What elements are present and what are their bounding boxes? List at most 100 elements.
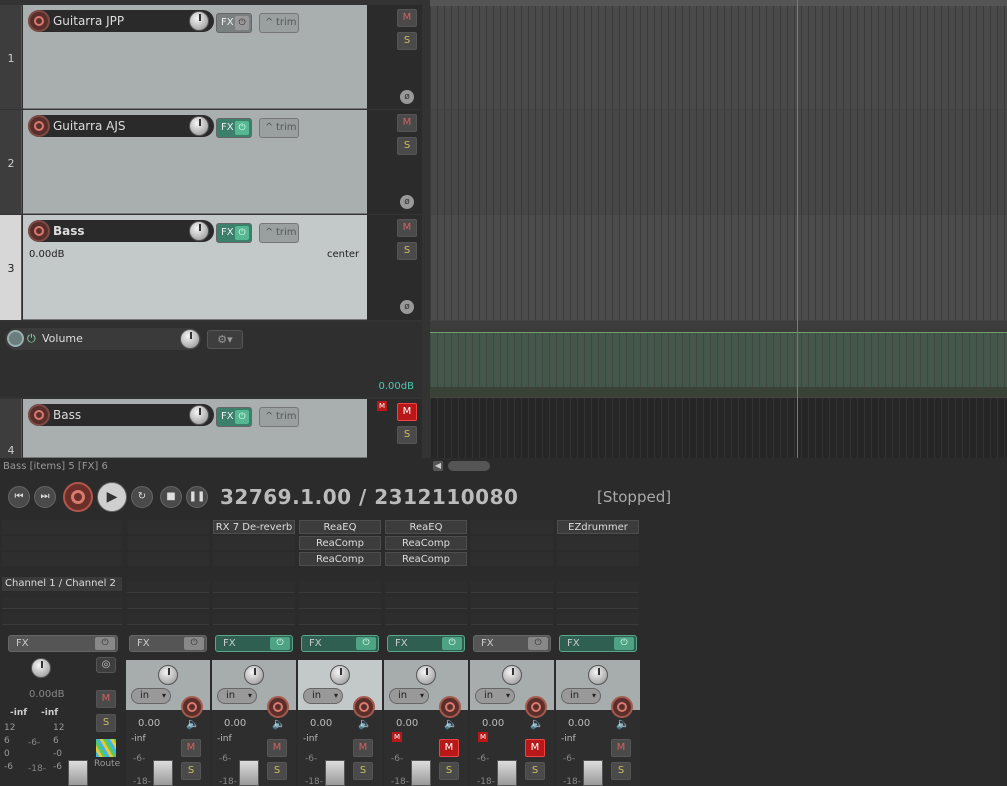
fx-slot[interactable] bbox=[471, 536, 553, 550]
volume-fader[interactable] bbox=[497, 760, 517, 786]
trim-button[interactable]: trim bbox=[259, 13, 299, 33]
power-icon[interactable]: ⏻ bbox=[528, 637, 548, 650]
strip-fx-button[interactable]: FX ⏻ bbox=[129, 635, 207, 652]
trim-button[interactable]: trim bbox=[259, 407, 299, 427]
speaker-icon[interactable]: 🔈 bbox=[186, 717, 200, 730]
send-slot[interactable] bbox=[557, 613, 639, 625]
volume-knob[interactable] bbox=[189, 11, 209, 31]
solo-button[interactable]: S bbox=[397, 137, 417, 155]
send-slot[interactable] bbox=[385, 613, 467, 625]
record-arm-button[interactable] bbox=[28, 115, 50, 137]
power-icon[interactable]: ⏻ bbox=[614, 637, 634, 650]
volume-fader[interactable] bbox=[239, 760, 259, 786]
time-position[interactable]: 32769.1.00 / 2312110080 bbox=[220, 485, 518, 509]
track-panel[interactable]: Bass FX⏻ trim bbox=[23, 399, 367, 458]
horizontal-scrollbar[interactable]: ◀ bbox=[430, 459, 1007, 473]
fx-slot[interactable]: ReaComp bbox=[299, 536, 381, 550]
edit-cursor[interactable] bbox=[797, 0, 798, 458]
input-selector[interactable]: in bbox=[217, 688, 257, 704]
master-fx-slot[interactable] bbox=[2, 520, 122, 534]
power-icon[interactable]: ⏻ bbox=[95, 637, 115, 650]
track-number-box[interactable]: 3 bbox=[0, 215, 22, 320]
envelope-arm-icon[interactable] bbox=[7, 330, 24, 347]
scroll-thumb[interactable] bbox=[448, 461, 490, 471]
track-name[interactable]: Guitarra AJS bbox=[28, 115, 214, 137]
master-channel-label[interactable]: Channel 1 / Channel 2 bbox=[2, 577, 122, 591]
play-button[interactable]: ▶ bbox=[97, 482, 127, 512]
fx-slot[interactable]: RX 7 De-reverb bbox=[213, 520, 295, 534]
solo-button[interactable]: S bbox=[353, 762, 373, 780]
mixer-strip[interactable]: in0.00🔈M-6--18-MS bbox=[384, 660, 468, 786]
fx-slot[interactable] bbox=[127, 536, 209, 550]
volume-knob[interactable] bbox=[189, 221, 209, 241]
fx-slot[interactable]: EZdrummer bbox=[557, 520, 639, 534]
input-selector[interactable]: in bbox=[561, 688, 601, 704]
fader-handle[interactable] bbox=[68, 760, 88, 786]
fx-slot[interactable]: ReaEQ bbox=[385, 520, 467, 534]
send-slot[interactable] bbox=[471, 613, 553, 625]
master-solo-button[interactable]: S bbox=[96, 714, 116, 732]
track-name[interactable]: Guitarra JPP bbox=[28, 10, 214, 32]
track-panel[interactable]: Bass FX⏻ trim 0.00dB center bbox=[23, 215, 367, 320]
envelope-knob[interactable] bbox=[180, 329, 200, 349]
send-slot[interactable] bbox=[299, 613, 381, 625]
fx-button[interactable]: FX ⏻ bbox=[216, 223, 252, 243]
fx-slot[interactable] bbox=[557, 552, 639, 566]
solo-button[interactable]: S bbox=[181, 762, 201, 780]
gear-icon[interactable]: ⚙▾ bbox=[207, 330, 243, 349]
track-4[interactable]: 4 Bass FX⏻ trim M M S bbox=[0, 399, 422, 458]
power-icon[interactable]: ⏻ bbox=[235, 121, 249, 135]
send-slot[interactable] bbox=[213, 613, 295, 625]
fx-slot[interactable] bbox=[127, 520, 209, 534]
record-arm-button[interactable] bbox=[181, 696, 203, 718]
solo-button[interactable]: S bbox=[525, 762, 545, 780]
power-icon[interactable]: ⏻ bbox=[235, 16, 249, 30]
master-pan-knob[interactable] bbox=[31, 658, 51, 678]
volume-fader[interactable] bbox=[325, 760, 345, 786]
record-arm-button[interactable] bbox=[267, 696, 289, 718]
input-selector[interactable]: in bbox=[389, 688, 429, 704]
fx-slot[interactable] bbox=[557, 536, 639, 550]
mute-button[interactable]: M bbox=[181, 739, 201, 757]
track-panel[interactable]: Guitarra AJS FX⏻ trim bbox=[23, 110, 367, 214]
send-slot[interactable] bbox=[127, 581, 209, 593]
fx-button[interactable]: FX ⏻ bbox=[216, 13, 252, 33]
mute-button[interactable]: M bbox=[397, 219, 417, 237]
power-icon[interactable]: ⏻ bbox=[356, 637, 376, 650]
track-number-box[interactable]: 2 bbox=[0, 110, 22, 214]
route-label[interactable]: Route bbox=[94, 759, 120, 769]
master-fx-slot[interactable] bbox=[2, 552, 122, 566]
speaker-icon[interactable]: 🔈 bbox=[616, 717, 630, 730]
volume-fader[interactable] bbox=[153, 760, 173, 786]
mute-button[interactable]: M bbox=[267, 739, 287, 757]
solo-button[interactable]: S bbox=[397, 32, 417, 50]
phase-invert-icon[interactable]: ø bbox=[400, 195, 414, 209]
volume-fader[interactable] bbox=[411, 760, 431, 786]
go-to-start-icon[interactable]: ⏮ bbox=[8, 486, 30, 508]
input-selector[interactable]: in bbox=[131, 688, 171, 704]
fx-slot[interactable] bbox=[213, 552, 295, 566]
send-slot[interactable] bbox=[557, 581, 639, 593]
solo-button[interactable]: S bbox=[397, 426, 417, 444]
send-slot[interactable] bbox=[385, 581, 467, 593]
volume-knob[interactable] bbox=[189, 116, 209, 136]
scroll-left-icon[interactable]: ◀ bbox=[433, 461, 443, 471]
send-slot[interactable] bbox=[213, 597, 295, 609]
mute-button[interactable]: M bbox=[353, 739, 373, 757]
fx-slot[interactable]: ReaComp bbox=[385, 536, 467, 550]
fx-slot[interactable] bbox=[471, 520, 553, 534]
phase-invert-icon[interactable]: ø bbox=[400, 90, 414, 104]
fx-button[interactable]: FX ⏻ bbox=[216, 407, 252, 427]
mute-button[interactable]: M bbox=[397, 403, 417, 421]
send-slot[interactable] bbox=[471, 597, 553, 609]
pan-knob[interactable] bbox=[502, 665, 522, 685]
pan-knob[interactable] bbox=[588, 665, 608, 685]
power-icon[interactable]: ⏻ bbox=[235, 410, 249, 424]
track-name[interactable]: Bass bbox=[28, 220, 214, 242]
phase-invert-icon[interactable]: ø bbox=[400, 300, 414, 314]
stereo-mono-icon[interactable]: ◎ bbox=[96, 657, 116, 673]
track-number-box[interactable]: 4 bbox=[0, 399, 22, 458]
envelope-line[interactable] bbox=[430, 332, 1007, 333]
pan-knob[interactable] bbox=[244, 665, 264, 685]
fx-slot[interactable]: ReaEQ bbox=[299, 520, 381, 534]
